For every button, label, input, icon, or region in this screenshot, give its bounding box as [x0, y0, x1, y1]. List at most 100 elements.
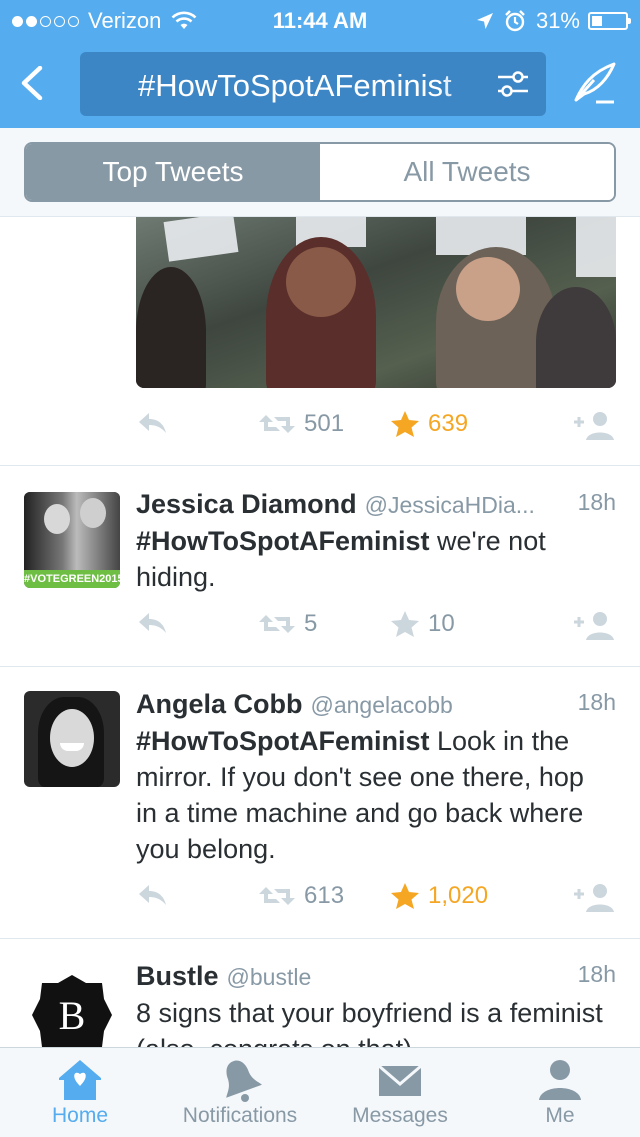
retweet-button[interactable]: 613	[258, 882, 344, 910]
protester-figure	[136, 267, 206, 388]
favorite-count: 639	[428, 410, 469, 437]
reply-icon	[139, 613, 166, 633]
retweet-icon	[259, 615, 295, 633]
battery-percent: 31%	[535, 8, 580, 33]
bottom-tab-bar: Home Notifications Messages Me	[0, 1047, 640, 1137]
location-arrow-icon	[476, 13, 493, 29]
status-right: 31%	[476, 8, 631, 34]
tweet-text: #HowToSpotAFeminist we're not hiding.	[136, 523, 606, 595]
reply-button[interactable]	[136, 410, 168, 436]
avatar-letter: B	[59, 993, 86, 1038]
search-query[interactable]: #HowToSpotAFeminist	[138, 68, 478, 104]
star-icon	[391, 411, 419, 437]
tweet-text: 8 signs that your boyfriend is a feminis…	[136, 995, 606, 1047]
display-name[interactable]: Jessica Diamond	[136, 489, 357, 519]
top-bar: Verizon 11:44 AM 31% #HowToSpotAFeminist	[0, 0, 640, 128]
alarm-icon	[505, 10, 525, 32]
avatar[interactable]: B	[24, 967, 120, 1047]
tweet-actions: 613 1,020	[136, 882, 616, 922]
tweet-photo[interactable]	[136, 217, 616, 388]
segmented-control-bar: Top Tweets All Tweets	[0, 128, 640, 217]
avatar-photo	[24, 492, 120, 570]
chevron-left-icon[interactable]	[18, 66, 48, 100]
follow-button[interactable]	[572, 882, 616, 914]
tab-me[interactable]: Me	[480, 1048, 640, 1137]
tweet-actions: 5 10	[136, 610, 616, 650]
favorite-button[interactable]: 10	[390, 610, 455, 638]
tab-label: Home	[51, 1104, 109, 1127]
user-handle[interactable]: @bustle	[227, 964, 312, 990]
person-icon	[539, 1060, 581, 1100]
status-bar: Verizon 11:44 AM 31%	[0, 0, 640, 40]
favorite-button[interactable]: 1,020	[390, 882, 488, 910]
tab-top-tweets[interactable]: Top Tweets	[26, 144, 320, 200]
search-field[interactable]: #HowToSpotAFeminist	[80, 52, 546, 116]
retweet-icon	[259, 887, 295, 905]
retweet-count: 5	[304, 610, 318, 637]
favorite-button[interactable]: 639	[390, 410, 468, 438]
tab-label: Me	[545, 1104, 575, 1127]
retweet-icon	[259, 415, 295, 433]
tab-label: Notifications	[182, 1104, 298, 1127]
reply-icon	[139, 885, 166, 905]
avatar-face	[50, 709, 94, 767]
reply-button[interactable]	[136, 882, 168, 908]
tweet-time: 18h	[577, 689, 616, 715]
tweet-divider	[0, 938, 640, 939]
protest-sign	[163, 217, 239, 262]
avatar[interactable]: #VOTEGREEN2015	[24, 492, 120, 588]
star-icon	[391, 611, 419, 637]
add-person-icon	[574, 412, 614, 440]
tab-label: Messages	[352, 1104, 448, 1127]
hashtag-link[interactable]: #HowToSpotAFeminist	[136, 726, 430, 756]
retweet-button[interactable]: 5	[258, 610, 317, 638]
bell-icon	[226, 1060, 262, 1102]
tweet-divider	[0, 465, 640, 466]
user-handle[interactable]: @angelacobb	[311, 692, 453, 718]
tweet-time: 18h	[577, 961, 616, 987]
hashtag-link[interactable]: #HowToSpotAFeminist	[136, 526, 430, 556]
home-icon	[59, 1060, 101, 1100]
add-person-icon	[574, 612, 614, 640]
tab-notifications[interactable]: Notifications	[160, 1048, 320, 1137]
favorite-count: 1,020	[428, 882, 489, 909]
retweet-count: 501	[304, 410, 345, 437]
tweet-divider	[0, 666, 640, 667]
tweet-time: 18h	[577, 489, 616, 515]
battery-icon	[588, 12, 631, 30]
avatar-caption: #VOTEGREEN2015	[24, 570, 120, 588]
tab-messages[interactable]: Messages	[320, 1048, 480, 1137]
avatar[interactable]	[24, 691, 120, 787]
protester-figure	[286, 247, 356, 317]
tweet-actions: 501 639	[136, 410, 616, 450]
battery-level	[592, 16, 602, 26]
filter-sliders-icon[interactable]	[496, 68, 530, 100]
add-person-icon	[574, 884, 614, 912]
protester-figure	[456, 257, 520, 321]
reply-button[interactable]	[136, 610, 168, 636]
retweet-button[interactable]: 501	[258, 410, 344, 438]
tab-home[interactable]: Home	[0, 1048, 160, 1137]
envelope-icon	[378, 1064, 422, 1096]
reply-icon	[139, 413, 166, 433]
tweet-timeline[interactable]: 501 639 #VOTEGREEN2015 Jessica Diamond @J…	[0, 217, 640, 1047]
avatar-face	[44, 504, 70, 534]
tweet-text-body: 8 signs that your boyfriend is a feminis…	[136, 998, 603, 1047]
avatar-face	[80, 498, 106, 528]
compose-quill-icon[interactable]	[572, 60, 618, 106]
protest-sign	[576, 217, 616, 277]
bustle-logo: B	[32, 975, 112, 1047]
star-icon	[391, 883, 419, 909]
tweet-text: #HowToSpotAFeminist Look in the mirror. …	[136, 723, 606, 867]
display-name[interactable]: Bustle	[136, 961, 219, 991]
search-fade	[440, 60, 490, 108]
favorite-count: 10	[428, 610, 455, 637]
retweet-count: 613	[304, 882, 345, 909]
segmented-control: Top Tweets All Tweets	[24, 142, 616, 202]
user-handle[interactable]: @JessicaHDia...	[365, 492, 535, 518]
protester-figure	[536, 287, 616, 388]
follow-button[interactable]	[572, 410, 616, 442]
display-name[interactable]: Angela Cobb	[136, 689, 303, 719]
tab-all-tweets[interactable]: All Tweets	[320, 144, 614, 200]
follow-button[interactable]	[572, 610, 616, 642]
